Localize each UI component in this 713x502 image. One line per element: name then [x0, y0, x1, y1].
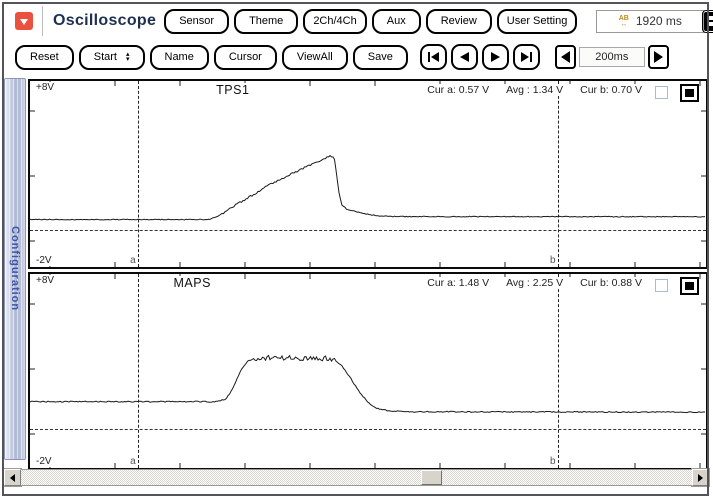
divider: [42, 6, 43, 36]
avg-readout: Avg : 1.34 V: [506, 84, 563, 96]
user-setting-button[interactable]: User Setting: [497, 9, 578, 34]
waveform-panels: +8V -2V TPS1 Cur a: 0.57 V Avg : 1.34 V …: [26, 78, 710, 470]
waveform-panel-maps: +8V -2V MAPS Cur a: 1.48 V Avg : 2.25 V …: [28, 272, 708, 470]
start-button-label: Start: [94, 51, 117, 63]
cursor-a-line[interactable]: [138, 81, 139, 267]
scrollbar-thumb[interactable]: [421, 470, 442, 485]
app-title: Oscilloscope: [53, 12, 156, 30]
cursor-a-readout: Cur a: 0.57 V: [427, 84, 489, 96]
right-arrow-icon: [654, 51, 663, 63]
aux-button[interactable]: Aux: [372, 9, 421, 34]
time-measure-value: 1920 ms: [636, 14, 682, 28]
cursor-b-line[interactable]: [558, 274, 559, 468]
step-forward-icon: [490, 52, 501, 62]
cursor-b-line[interactable]: [558, 81, 559, 267]
voltage-max-label: +8V: [35, 82, 55, 93]
time-measure-display: AB ↔ 1920 ms: [596, 10, 704, 33]
cursor-a-line[interactable]: [138, 274, 139, 468]
cursor-b-readout: Cur b: 0.88 V: [580, 277, 642, 289]
left-arrow-icon: [561, 51, 570, 63]
scroll-right-button[interactable]: [692, 469, 709, 486]
theme-button[interactable]: Theme: [234, 9, 298, 34]
voltage-min-label: -2V: [35, 456, 53, 467]
cursor-a-readout: Cur a: 1.48 V: [427, 277, 489, 289]
menu-icon[interactable]: [704, 12, 713, 31]
timebase-decrease-button[interactable]: [555, 45, 576, 69]
sensor-button[interactable]: Sensor: [164, 9, 229, 34]
horizontal-scrollbar: [4, 469, 709, 487]
waveform-panel-tps1: +8V -2V TPS1 Cur a: 0.57 V Avg : 1.34 V …: [28, 79, 708, 269]
scrollbar-track[interactable]: [21, 469, 692, 486]
viewall-button[interactable]: ViewAll: [282, 45, 348, 70]
channel-color-swatch: [685, 89, 694, 97]
channel-title: MAPS: [171, 276, 214, 290]
cursor-b-readout: Cur b: 0.70 V: [580, 84, 642, 96]
channel-checkbox[interactable]: [655, 86, 668, 99]
playback-controls: [420, 44, 540, 70]
ab-measure-icon: AB ↔: [619, 16, 629, 27]
cursor-b-tag: b: [549, 256, 557, 266]
channel-checkbox[interactable]: [655, 279, 668, 292]
name-button[interactable]: Name: [150, 45, 209, 70]
left-arrow-icon: [10, 474, 15, 482]
main-area: Configuration +8V -2V TPS1 Cur a: 0.57 V…: [4, 78, 709, 470]
start-spinner-icon[interactable]: ▴ ▾: [126, 52, 130, 62]
channel-title: TPS1: [213, 83, 252, 97]
save-button[interactable]: Save: [353, 45, 408, 70]
avg-readout: Avg : 2.25 V: [506, 277, 563, 289]
review-button[interactable]: Review: [426, 9, 492, 34]
skip-start-icon: [427, 52, 440, 62]
measurement-readouts: Cur a: 1.48 V Avg : 2.25 V Cur b: 0.88 V: [427, 277, 642, 289]
timebase-control: 200ms: [555, 45, 669, 69]
channel-color-button[interactable]: [680, 84, 699, 102]
step-back-button[interactable]: [451, 44, 478, 70]
oscilloscope-app: Oscilloscope Sensor Theme 2Ch/4Ch Aux Re…: [0, 0, 713, 502]
zero-volt-line: [30, 230, 706, 231]
scroll-left-button[interactable]: [4, 469, 21, 486]
cursor-b-tag: b: [549, 457, 557, 467]
configuration-tab[interactable]: Configuration: [4, 78, 26, 460]
step-back-icon: [459, 52, 470, 62]
right-arrow-icon: [698, 474, 703, 482]
cursor-a-tag: a: [129, 256, 137, 266]
skip-start-button[interactable]: [420, 44, 447, 70]
start-button[interactable]: Start ▴ ▾: [79, 45, 145, 70]
dropdown-icon[interactable]: [15, 12, 33, 30]
timebase-increase-button[interactable]: [648, 45, 669, 69]
configuration-tab-label: Configuration: [9, 226, 21, 311]
menu-bar: [708, 16, 713, 20]
top-toolbar: Oscilloscope Sensor Theme 2Ch/4Ch Aux Re…: [4, 4, 709, 38]
menu-bar: [708, 22, 713, 26]
skip-end-icon: [520, 52, 533, 62]
step-forward-button[interactable]: [482, 44, 509, 70]
channel-color-swatch: [685, 282, 694, 290]
voltage-max-label: +8V: [35, 275, 55, 286]
timebase-display: 200ms: [579, 47, 645, 67]
channel-mode-button[interactable]: 2Ch/4Ch: [303, 9, 366, 34]
reset-button[interactable]: Reset: [15, 45, 74, 70]
waveform-plot: [30, 274, 706, 468]
cursor-a-tag: a: [129, 457, 137, 467]
down-triangle-icon: [20, 19, 28, 25]
measurement-readouts: Cur a: 0.57 V Avg : 1.34 V Cur b: 0.70 V: [427, 84, 642, 96]
zero-volt-line: [30, 429, 706, 430]
waveform-plot: [30, 81, 706, 267]
voltage-min-label: -2V: [35, 255, 53, 266]
control-toolbar: Reset Start ▴ ▾ Name Cursor ViewAll Save: [4, 39, 709, 75]
channel-color-button[interactable]: [680, 277, 699, 295]
cursor-button[interactable]: Cursor: [214, 45, 277, 70]
skip-end-button[interactable]: [513, 44, 540, 70]
